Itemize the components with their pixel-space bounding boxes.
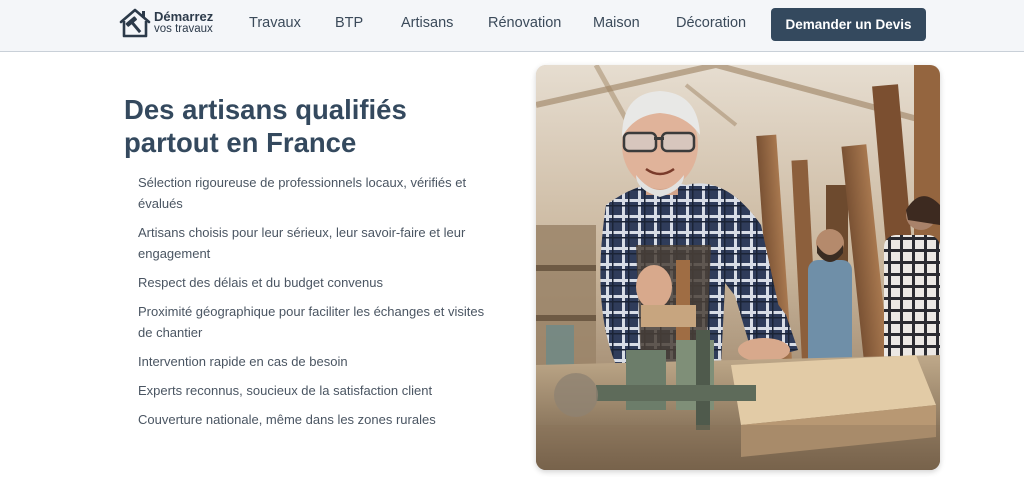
feature-list: Sélection rigoureuse de professionnels l… xyxy=(138,172,498,438)
site-header: Démarrez vos travaux Travaux BTP Artisan… xyxy=(0,0,1024,52)
nav-travaux[interactable]: Travaux xyxy=(249,15,301,31)
request-quote-button[interactable]: Demander un Devis xyxy=(771,8,926,41)
feature-item: Respect des délais et du budget convenus xyxy=(138,275,384,290)
site-logo[interactable]: Démarrez vos travaux xyxy=(118,7,213,39)
nav-artisans[interactable]: Artisans xyxy=(401,15,453,31)
feature-item: Artisans choisis pour leur sérieux, leur… xyxy=(138,225,466,261)
house-hammer-icon xyxy=(119,8,151,38)
feature-item: Proximité géographique pour faciliter le… xyxy=(138,304,485,340)
workshop-illustration xyxy=(536,65,940,470)
feature-item: Intervention rapide en cas de besoin xyxy=(138,354,348,369)
feature-item: Couverture nationale, même dans les zone… xyxy=(138,412,436,427)
nav-maison[interactable]: Maison xyxy=(593,15,640,31)
feature-item: Sélection rigoureuse de professionnels l… xyxy=(138,175,467,211)
feature-item: Experts reconnus, soucieux de la satisfa… xyxy=(138,383,433,398)
logo-line-1: Démarrez xyxy=(154,9,214,24)
craftsman-workshop-photo xyxy=(536,65,940,470)
logo-line-2: vos travaux xyxy=(154,23,213,35)
nav-btp[interactable]: BTP xyxy=(335,15,363,31)
section-heading: Des artisans qualifiés partout en France xyxy=(124,94,407,158)
nav-renovation[interactable]: Rénovation xyxy=(488,15,561,31)
nav-decoration[interactable]: Décoration xyxy=(676,15,746,31)
